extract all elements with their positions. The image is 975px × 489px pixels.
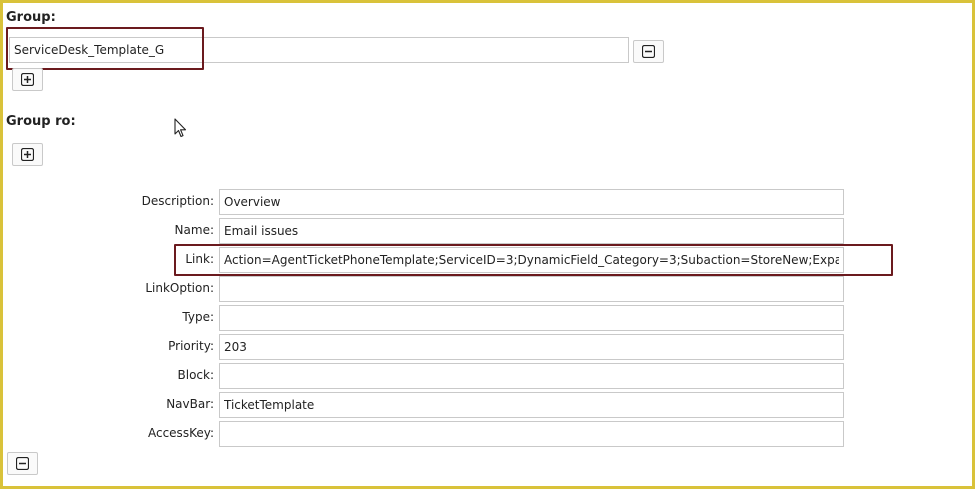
group-highlight-box xyxy=(6,27,204,70)
group-ro-add-button[interactable] xyxy=(12,143,43,166)
plus-square-icon xyxy=(21,73,34,86)
accesskey-label: AccessKey: xyxy=(147,426,214,440)
minus-square-icon xyxy=(642,45,655,58)
block-label: Block: xyxy=(177,368,215,382)
description-label: Description: xyxy=(141,194,214,208)
description-input[interactable] xyxy=(219,189,844,215)
group-label: Group: xyxy=(6,10,56,25)
link-highlight-box xyxy=(174,244,893,276)
minus-square-icon xyxy=(16,457,29,470)
group-remove-button[interactable] xyxy=(633,40,664,63)
block-input[interactable] xyxy=(219,363,844,389)
group-ro-label: Group ro: xyxy=(6,114,76,129)
plus-square-icon xyxy=(21,148,34,161)
navbar-label: NavBar: xyxy=(166,397,214,411)
accesskey-input[interactable] xyxy=(219,421,844,447)
priority-input[interactable] xyxy=(219,334,844,360)
linkoption-label: LinkOption: xyxy=(145,281,214,295)
type-input[interactable] xyxy=(219,305,844,331)
type-label: Type: xyxy=(182,310,214,324)
item-remove-button[interactable] xyxy=(7,452,38,475)
priority-label: Priority: xyxy=(168,339,214,353)
name-label: Name: xyxy=(174,223,214,237)
linkoption-input[interactable] xyxy=(219,276,844,302)
group-add-button[interactable] xyxy=(12,68,43,91)
name-input[interactable] xyxy=(219,218,844,244)
mouse-cursor-icon xyxy=(174,118,188,142)
navbar-input[interactable] xyxy=(219,392,844,418)
